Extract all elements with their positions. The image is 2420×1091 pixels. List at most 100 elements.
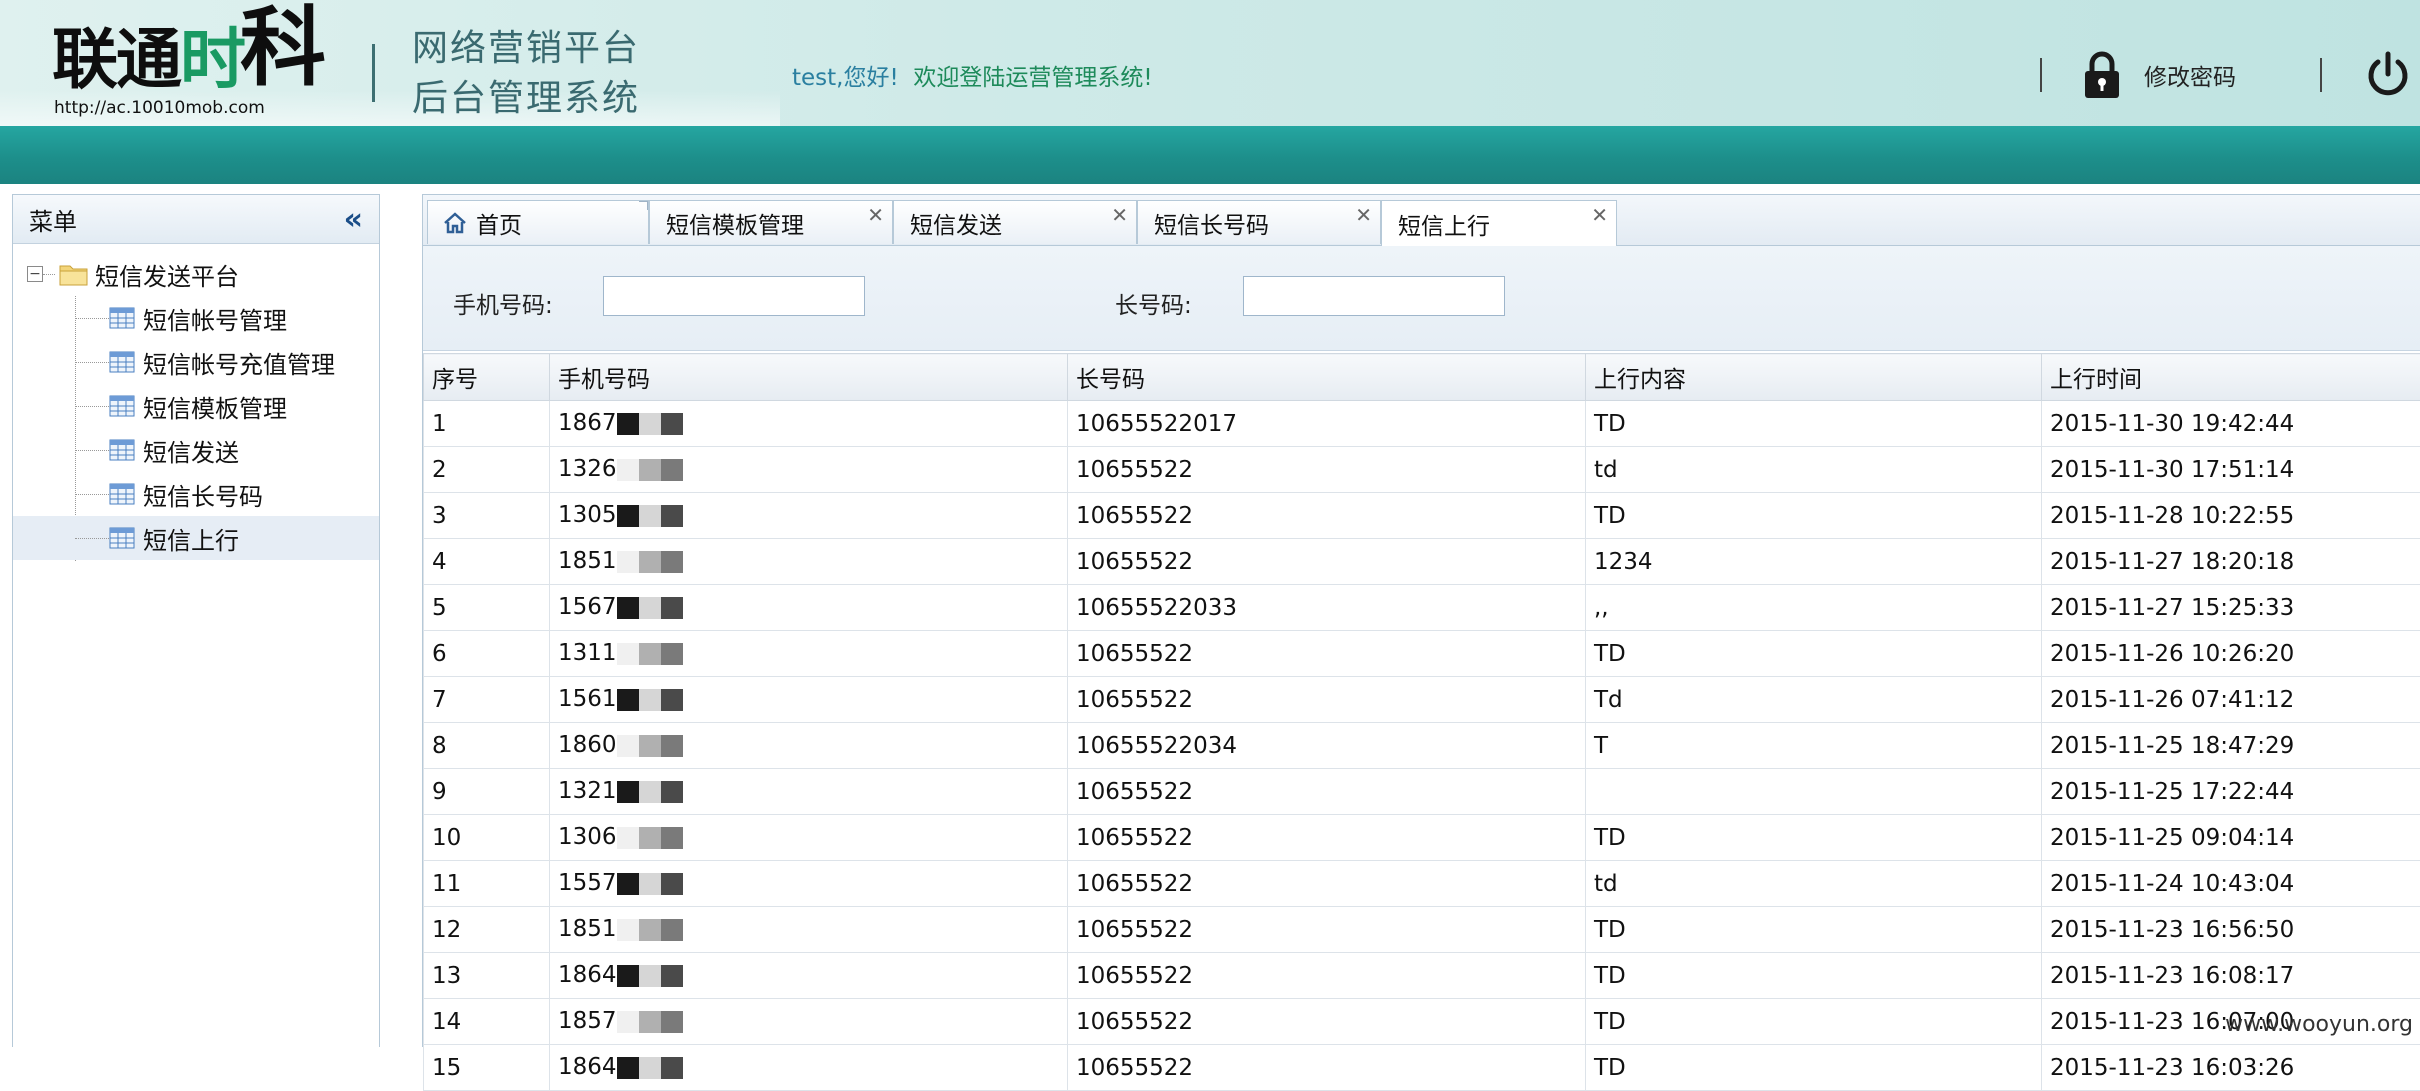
table-row[interactable]: 418511065552212342015-11-27 18:20:18 — [424, 539, 2420, 585]
sidebar-item-sms-send[interactable]: 短信发送 — [13, 428, 379, 472]
cell-time: 2015-11-25 17:22:44 — [2042, 769, 2420, 815]
table-row[interactable]: 8186010655522034T2015-11-25 18:47:29 — [424, 723, 2420, 769]
cell-time: 2015-11-26 10:26:20 — [2042, 631, 2420, 677]
cell-phone-text: 1864 — [558, 1054, 617, 1080]
tab-sms-uplink[interactable]: 短信上行 ✕ — [1381, 200, 1617, 246]
table-icon — [109, 483, 135, 505]
header-band — [0, 126, 2420, 184]
cell-long-code: 10655522017 — [1068, 401, 1586, 447]
welcome-message: test,您好! 欢迎登陆运营管理系统! — [792, 58, 1153, 92]
cell-no: 6 — [424, 631, 550, 677]
tree-collapse-toggle[interactable]: − — [27, 266, 43, 282]
cell-phone-text: 1864 — [558, 962, 617, 988]
table-row[interactable]: 2132610655522td2015-11-30 17:51:14 — [424, 447, 2420, 493]
logout-power-icon[interactable] — [2363, 50, 2413, 100]
cell-phone: 1567 — [550, 585, 1068, 631]
mosaic-block — [617, 827, 639, 849]
sidebar-item-sms-account[interactable]: 短信帐号管理 — [13, 296, 379, 340]
close-icon[interactable]: ✕ — [1591, 203, 1608, 227]
tree-root-sms-platform[interactable]: − 短信发送平台 — [13, 252, 379, 296]
mosaic-block — [617, 597, 639, 619]
table-row[interactable]: 1186710655522017TD2015-11-30 19:42:44 — [424, 401, 2420, 447]
column-header-content[interactable]: 上行内容 — [1586, 354, 2042, 401]
tab-label: 短信上行 — [1398, 207, 1490, 241]
mosaic-block — [661, 413, 683, 435]
mosaic-block — [639, 965, 661, 987]
cell-content: TD — [1586, 493, 2042, 539]
phone-search-input[interactable] — [603, 276, 865, 316]
cell-no: 8 — [424, 723, 550, 769]
table-row[interactable]: 3130510655522TD2015-11-28 10:22:55 — [424, 493, 2420, 539]
cell-long-code: 10655522 — [1068, 815, 1586, 861]
mosaic-block — [617, 643, 639, 665]
long-code-label: 长号码: — [1115, 286, 1192, 320]
cell-no: 1 — [424, 401, 550, 447]
close-icon[interactable]: ✕ — [867, 203, 884, 227]
table-row[interactable]: 10130610655522TD2015-11-25 09:04:14 — [424, 815, 2420, 861]
sidebar-item-sms-account-recharge[interactable]: 短信帐号充值管理 — [13, 340, 379, 384]
redacted-mosaic — [617, 917, 683, 943]
sidebar-item-sms-uplink[interactable]: 短信上行 — [13, 516, 379, 560]
cell-phone-text: 1561 — [558, 686, 617, 712]
tab-sms-long-code[interactable]: 短信长号码 ✕ — [1137, 200, 1381, 244]
header-divider — [2040, 58, 2042, 92]
mosaic-block — [617, 459, 639, 481]
table-row[interactable]: 7156110655522Td2015-11-26 07:41:12 — [424, 677, 2420, 723]
mosaic-block — [639, 597, 661, 619]
cell-content-text: td — [1594, 457, 1618, 483]
change-password-button[interactable]: 修改密码 — [2082, 50, 2236, 100]
cell-phone-text: 1321 — [558, 778, 617, 804]
cell-no: 5 — [424, 585, 550, 631]
column-header-no[interactable]: 序号 — [424, 354, 550, 401]
table-row[interactable]: 12185110655522TD2015-11-23 16:56:50 — [424, 907, 2420, 953]
table-row[interactable]: 5156710655522033,,2015-11-27 15:25:33 — [424, 585, 2420, 631]
mosaic-block — [661, 827, 683, 849]
redacted-mosaic — [617, 779, 683, 805]
tab-home[interactable]: 首页 — [427, 200, 649, 244]
table-row[interactable]: 13186410655522TD2015-11-23 16:08:17 — [424, 953, 2420, 999]
double-chevron-left-icon[interactable]: « — [344, 202, 365, 237]
cell-long-code: 10655522 — [1068, 769, 1586, 815]
long-code-search-input[interactable] — [1243, 276, 1505, 316]
cell-time: 2015-11-26 07:41:12 — [2042, 677, 2420, 723]
logo-text-c: 科 — [240, 0, 326, 102]
redacted-mosaic — [617, 411, 683, 437]
sidebar-header: 菜单 « — [13, 195, 379, 244]
mosaic-block — [617, 919, 639, 941]
sidebar-item-sms-template[interactable]: 短信模板管理 — [13, 384, 379, 428]
sidebar-item-label: 短信上行 — [143, 521, 239, 556]
cell-phone: 1851 — [550, 907, 1068, 953]
column-header-phone[interactable]: 手机号码 — [550, 354, 1068, 401]
uplink-table: 序号 手机号码 长号码 上行内容 上行时间 1186710655522017TD… — [423, 353, 2420, 1091]
column-header-long-code[interactable]: 长号码 — [1068, 354, 1586, 401]
table-row[interactable]: 6131110655522TD2015-11-26 10:26:20 — [424, 631, 2420, 677]
cell-content: TD — [1586, 631, 2042, 677]
home-icon — [442, 211, 468, 235]
tree-connector — [43, 274, 55, 275]
tab-sms-template[interactable]: 短信模板管理 ✕ — [649, 200, 893, 244]
table-row[interactable]: 91321106555222015-11-25 17:22:44 — [424, 769, 2420, 815]
table-body: 1186710655522017TD2015-11-30 19:42:44213… — [424, 401, 2420, 1091]
cell-time: 2015-11-25 09:04:14 — [2042, 815, 2420, 861]
mosaic-block — [661, 735, 683, 757]
table-row[interactable]: 14185710655522TD2015-11-23 16:07:00 — [424, 999, 2420, 1045]
close-icon[interactable]: ✕ — [1111, 203, 1128, 227]
cell-no-text: 3 — [432, 503, 447, 529]
cell-time: 2015-11-27 15:25:33 — [2042, 585, 2420, 631]
mosaic-block — [617, 1057, 639, 1079]
sidebar-item-sms-long-code[interactable]: 短信长号码 — [13, 472, 379, 516]
column-header-time[interactable]: 上行时间 — [2042, 354, 2420, 401]
table-row[interactable]: 15186410655522TD2015-11-23 16:03:26 — [424, 1045, 2420, 1091]
close-icon[interactable]: ✕ — [1355, 203, 1372, 227]
cell-content: td — [1586, 447, 2042, 493]
cell-long-code: 10655522 — [1068, 907, 1586, 953]
tab-label: 首页 — [476, 206, 522, 240]
cell-no-text: 6 — [432, 641, 447, 667]
cell-no-text: 5 — [432, 595, 447, 621]
cell-long-code: 10655522 — [1068, 953, 1586, 999]
top-header: 联通 时 科 http://ac.10010mob.com 网络营销平台 后台管… — [0, 0, 2420, 126]
logo-text-a: 联通 — [52, 6, 180, 102]
tab-sms-send[interactable]: 短信发送 ✕ — [893, 200, 1137, 244]
table-row[interactable]: 11155710655522td2015-11-24 10:43:04 — [424, 861, 2420, 907]
cell-long-code-text: 10655522 — [1076, 687, 1193, 713]
